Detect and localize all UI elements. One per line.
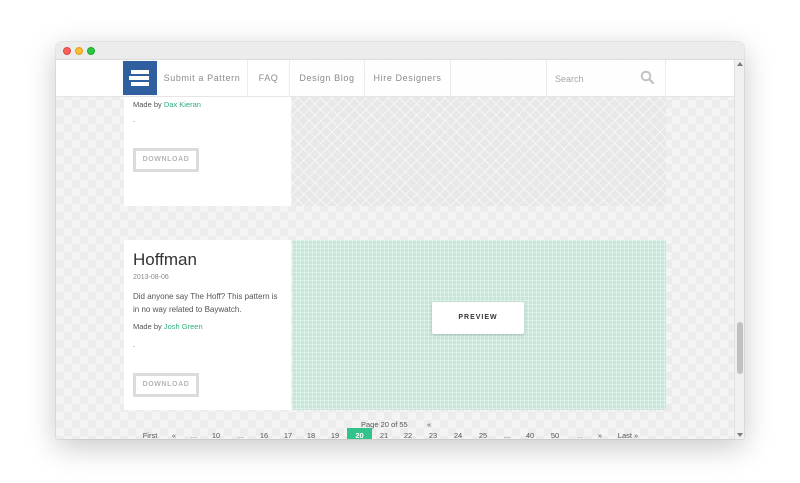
author-link[interactable]: Dax Kieran — [164, 100, 201, 109]
pagination-ellipsis: ... — [237, 431, 245, 439]
preview-button[interactable]: PREVIEW — [432, 302, 524, 334]
page-link-23[interactable]: 23 — [425, 428, 441, 439]
current-page: 20 — [347, 428, 372, 439]
page-link-10[interactable]: 10 — [208, 428, 224, 439]
pattern-title: Hoffman — [133, 250, 197, 269]
title-bar — [56, 42, 744, 60]
first-page-link[interactable]: First — [138, 428, 162, 439]
maximize-window-button[interactable] — [87, 47, 95, 55]
next-page-link[interactable]: » — [595, 428, 605, 439]
nav-submit-pattern[interactable]: Submit a Pattern — [157, 60, 248, 97]
download-button[interactable]: DOWNLOAD — [133, 148, 199, 172]
vertical-scrollbar[interactable] — [734, 60, 744, 439]
separator-dot: . — [133, 340, 136, 349]
page-viewport: Made by Dax Kieran . DOWNLOAD Hoffman 20… — [56, 60, 734, 439]
page-link-22[interactable]: 22 — [400, 428, 416, 439]
page-link-19[interactable]: 19 — [327, 428, 343, 439]
download-button[interactable]: DOWNLOAD — [133, 373, 199, 397]
nav-design-blog[interactable]: Design Blog — [290, 60, 365, 97]
logo-stripe — [129, 76, 149, 80]
pattern-description: Did anyone say The Hoff? This pattern is… — [133, 292, 278, 314]
pattern-date: 2013-08-06 — [133, 274, 169, 281]
author-link[interactable]: Josh Green — [164, 322, 203, 331]
page-link-18[interactable]: 18 — [303, 428, 319, 439]
made-by-text: Made by Josh Green — [133, 322, 203, 331]
site-logo[interactable] — [123, 61, 157, 95]
page-link-40[interactable]: 40 — [522, 428, 538, 439]
page-link-24[interactable]: 24 — [450, 428, 466, 439]
search-input[interactable] — [555, 71, 635, 86]
logo-stripe — [131, 70, 149, 74]
scrollbar-thumb[interactable] — [737, 322, 743, 374]
scroll-down-arrow-icon[interactable] — [737, 433, 743, 437]
separator-dot: . — [133, 115, 136, 124]
scroll-up-arrow-icon[interactable] — [737, 62, 743, 66]
browser-window: Made by Dax Kieran . DOWNLOAD Hoffman 20… — [56, 42, 744, 439]
page-link-16[interactable]: 16 — [256, 428, 272, 439]
close-window-button[interactable] — [63, 47, 71, 55]
prev-page-link[interactable]: « — [169, 428, 179, 439]
nav-faq[interactable]: FAQ — [248, 60, 290, 97]
page-link-25[interactable]: 25 — [475, 428, 491, 439]
pattern-preview: PREVIEW — [292, 240, 666, 410]
pagination-ellipsis: ... — [190, 431, 198, 439]
top-navigation: Submit a Pattern FAQ Design Blog Hire De… — [56, 60, 734, 97]
nav-hire-designers[interactable]: Hire Designers — [365, 60, 451, 97]
logo-stripe — [131, 82, 149, 86]
pagination-ellipsis: ... — [503, 431, 511, 439]
minimize-window-button[interactable] — [75, 47, 83, 55]
page-link-50[interactable]: 50 — [547, 428, 563, 439]
pattern-card-info: Hoffman 2013-08-06 Did anyone say The Ho… — [124, 240, 291, 410]
pagination-ellipsis: ... — [576, 431, 584, 439]
search-box — [546, 60, 666, 97]
search-icon[interactable] — [640, 70, 654, 84]
page-link-17[interactable]: 17 — [280, 428, 296, 439]
page-link-21[interactable]: 21 — [376, 428, 392, 439]
made-by-text: Made by Dax Kieran — [133, 100, 201, 109]
last-page-link[interactable]: Last » — [615, 428, 641, 439]
